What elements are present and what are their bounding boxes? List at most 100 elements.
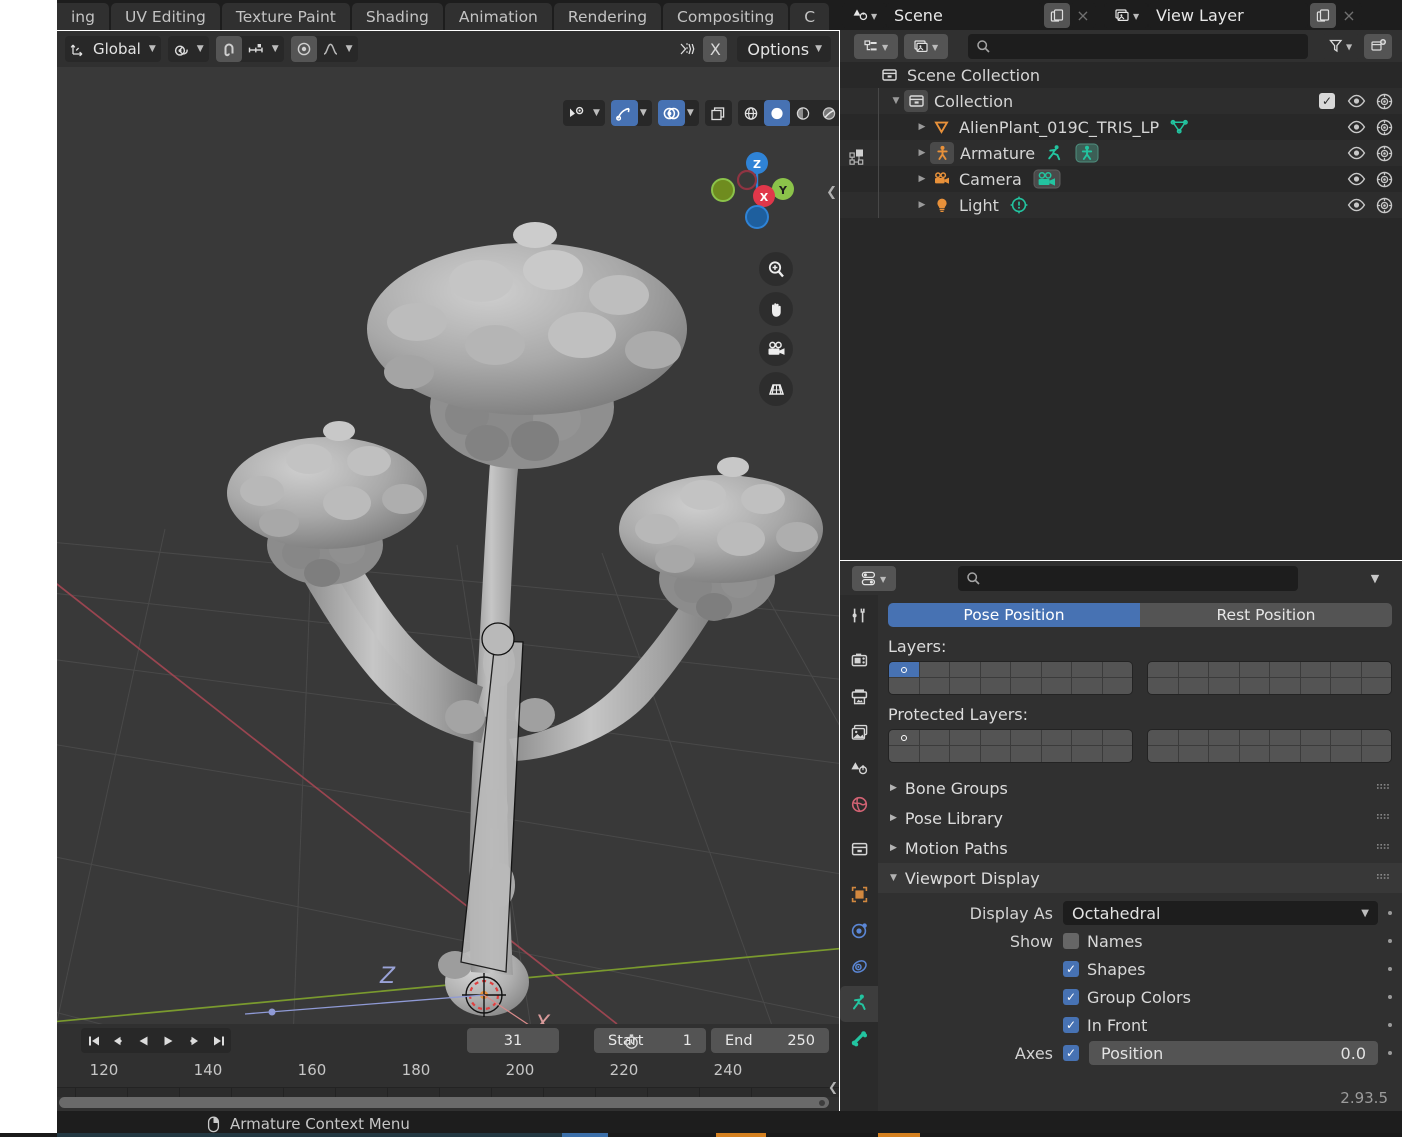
start-frame-field[interactable]: Start 1 [594, 1028, 706, 1053]
timeline-sidebar-toggle[interactable]: ❮ [828, 1080, 838, 1094]
armature-layer-cell[interactable] [1072, 662, 1103, 678]
properties-editor-icon[interactable]: ▼ [852, 565, 896, 591]
viewport-scene[interactable]: Z X Z Y X ❮ [57, 67, 839, 1024]
protected-layer-cell[interactable] [1300, 730, 1331, 746]
mirror-x-icon[interactable] [673, 36, 701, 62]
armature-layer-group-1[interactable] [888, 661, 1133, 695]
armature-layer-cell[interactable] [1239, 678, 1270, 694]
properties-tab-output[interactable] [840, 680, 878, 716]
navigation-gizmo[interactable]: Z Y X [711, 143, 803, 235]
light-data-icon[interactable] [1009, 195, 1029, 215]
armature-layer-cell[interactable] [950, 678, 981, 694]
timeline-editor[interactable]: 31 Start 1 End 250 120 140 160 180 200 220 240… [57, 1024, 839, 1111]
properties-tab-collection[interactable] [840, 833, 878, 869]
play-button[interactable] [156, 1028, 181, 1053]
protected-layer-cell[interactable] [1209, 730, 1240, 746]
end-frame-field[interactable]: End 250 [711, 1028, 829, 1053]
xray-toggle-button[interactable]: X [703, 36, 728, 62]
protected-layer-cell[interactable] [980, 730, 1011, 746]
outliner-restriction-columns[interactable] [1347, 140, 1394, 166]
stopwatch-icon[interactable] [623, 1033, 640, 1054]
protected-layer-cell[interactable] [919, 746, 950, 762]
workspace-tab-compositing[interactable]: Compositing [663, 3, 789, 30]
snap-magnet-icon[interactable] [215, 36, 242, 62]
armature-layer-cell[interactable] [1072, 678, 1103, 694]
overlays-icon[interactable] [657, 100, 685, 126]
animate-property-dot[interactable] [1388, 1051, 1392, 1055]
armature-layer-cell[interactable] [889, 678, 920, 694]
panel-drag-grip[interactable] [1377, 844, 1390, 852]
armature-layer-cell[interactable] [889, 662, 920, 678]
timeline-ruler[interactable]: 120 140 160 180 200 220 240 [57, 1057, 839, 1087]
outliner-display-mode-icon[interactable]: ▼ [854, 33, 898, 59]
workspace-tab-c[interactable]: C [790, 3, 830, 30]
protected-layer-cell[interactable] [1102, 730, 1132, 746]
playback-controls[interactable] [81, 1028, 231, 1053]
outliner-row-armature[interactable]: ▶ Armature [840, 140, 1402, 166]
display-as-row[interactable]: Display As Octahedral ▼ [878, 899, 1402, 927]
protected-layer-cell[interactable] [889, 746, 920, 762]
transform-orientation-dropdown[interactable]: Global ▼ [65, 36, 161, 62]
protected-layer-cell[interactable] [1011, 746, 1042, 762]
rendered-icon[interactable] [816, 100, 839, 126]
protected-layer-cell[interactable] [1178, 746, 1209, 762]
selectability-icon[interactable] [846, 146, 868, 168]
object-visibility-group[interactable]: ▼ [563, 100, 605, 126]
armature-layer-cell[interactable] [1270, 678, 1301, 694]
pose-position-toggle[interactable]: Pose Position Rest Position [888, 603, 1392, 627]
armature-layer-cell[interactable] [950, 662, 981, 678]
protected-layer-cell[interactable] [1041, 746, 1072, 762]
outliner-restriction-columns[interactable] [1347, 166, 1394, 192]
chevron-down-icon[interactable]: ▼ [591, 108, 605, 118]
collection-exclude-checkbox[interactable]: ✓ [1319, 93, 1335, 109]
protected-layer-cell[interactable] [1361, 746, 1391, 762]
overlays-group[interactable]: ▼ [657, 100, 699, 126]
workspace-tab-uv-editing[interactable]: UV Editing [110, 3, 220, 30]
protected-layer-cell[interactable] [1361, 730, 1391, 746]
armature-layer-cell[interactable] [1102, 662, 1132, 678]
chevron-down-icon[interactable]: ▼ [270, 44, 284, 54]
armature-layer-cell[interactable] [1361, 678, 1391, 694]
show-group-colors-row[interactable]: ✓ Group Colors [878, 983, 1402, 1011]
chevron-down-icon[interactable]: ▼ [195, 44, 209, 54]
chevron-down-icon[interactable]: ▼ [888, 96, 904, 106]
workspace-tab-texture-paint[interactable]: Texture Paint [221, 3, 350, 30]
toggle-orthographic-icon[interactable] [759, 372, 793, 406]
chevron-down-icon[interactable]: ▼ [813, 44, 827, 54]
names-checkbox[interactable] [1063, 933, 1079, 949]
protected-layer-group-1[interactable] [888, 729, 1133, 763]
armature-layer-cell[interactable] [1361, 662, 1391, 678]
chevron-down-icon[interactable]: ▼ [685, 108, 699, 118]
chevron-down-icon[interactable]: ▼ [638, 108, 652, 118]
protected-layer-cell[interactable] [919, 730, 950, 746]
protected-layer-group-2[interactable] [1147, 729, 1392, 763]
show-shapes-row[interactable]: ✓ Shapes [878, 955, 1402, 983]
gizmo-icon[interactable] [610, 100, 638, 126]
show-names-row[interactable]: Show Names [878, 927, 1402, 955]
hide-in-viewport-eye-icon[interactable] [1347, 171, 1366, 187]
snap-to-icon[interactable] [242, 36, 270, 62]
axes-position-slider[interactable]: Position 0.0 [1089, 1041, 1378, 1065]
outliner-tree[interactable]: Scene Collection ▼ Collection ✓ ▶ AlienPlant_… [840, 62, 1402, 218]
protected-layer-cell[interactable] [1331, 746, 1362, 762]
wireframe-icon[interactable] [738, 100, 764, 126]
options-dropdown[interactable]: Options ▼ [737, 36, 831, 62]
armature-data-icon[interactable] [1075, 143, 1099, 163]
panel-drag-grip[interactable] [1377, 874, 1390, 882]
hide-in-viewport-eye-icon[interactable] [1347, 197, 1366, 213]
protected-layer-cell[interactable] [1148, 746, 1179, 762]
snap-group[interactable]: ▼ [215, 36, 284, 62]
armature-layer-cell[interactable] [1300, 678, 1331, 694]
outliner-row-camera[interactable]: ▶ Camera [840, 166, 1402, 192]
protected-layer-cell[interactable] [1041, 730, 1072, 746]
axes-checkbox[interactable]: ✓ [1063, 1045, 1079, 1061]
workspace-tab-rendering[interactable]: Rendering [553, 3, 662, 30]
disable-in-renders-camera-icon[interactable] [1375, 197, 1394, 214]
outliner-restriction-columns[interactable]: ✓ [1319, 88, 1394, 114]
delete-view-layer-icon[interactable]: × [1336, 2, 1362, 28]
armature-layer-cell[interactable] [1178, 678, 1209, 694]
timeline-header[interactable]: 31 Start 1 End 250 [57, 1024, 839, 1057]
outliner-restriction-columns[interactable] [1347, 114, 1394, 140]
chevron-right-icon[interactable]: ▶ [914, 174, 930, 184]
properties-editor[interactable]: ▼ ▼ Pose Position Rest Position Layers: … [840, 561, 1402, 1111]
